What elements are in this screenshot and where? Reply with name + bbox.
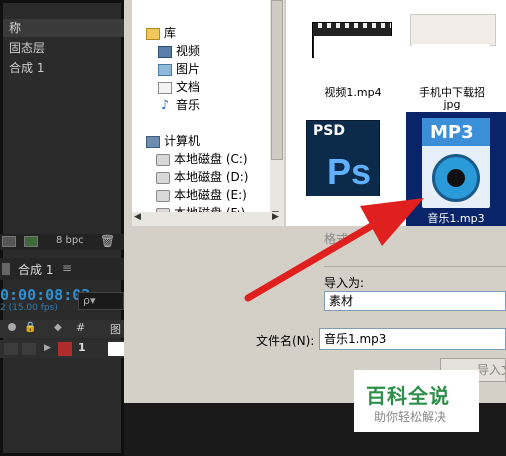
watermark-title: 百科全说 [366, 384, 450, 408]
watermark-bg: 百科全说 助你轻松解决 [354, 370, 479, 432]
watermark-subtitle: 助你轻松解决 [374, 410, 447, 424]
